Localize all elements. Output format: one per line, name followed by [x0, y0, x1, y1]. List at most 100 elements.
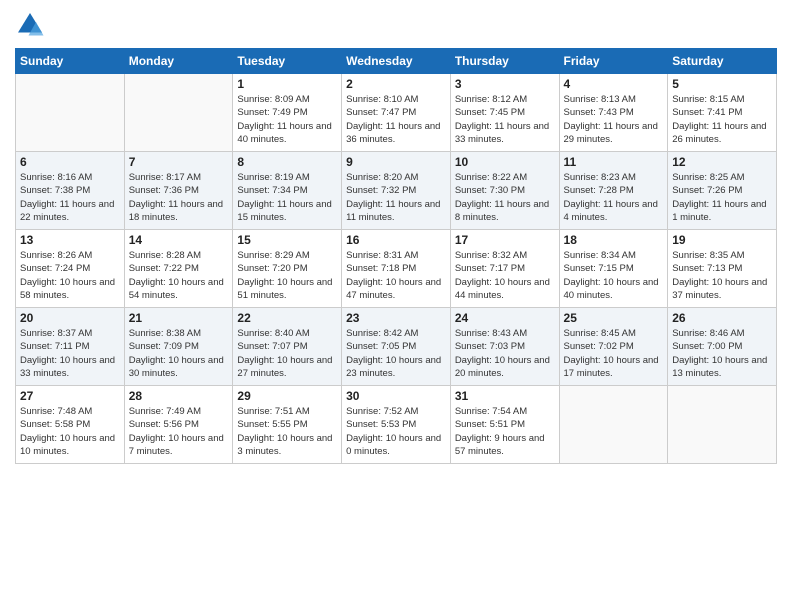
day-number: 8 [237, 155, 337, 169]
calendar-cell: 14 Sunrise: 8:28 AM Sunset: 7:22 PM Dayli… [124, 230, 233, 308]
weekday-header-tuesday: Tuesday [233, 49, 342, 74]
calendar-cell [16, 74, 125, 152]
day-info: Sunrise: 8:10 AM Sunset: 7:47 PM Dayligh… [346, 93, 446, 146]
day-number: 6 [20, 155, 120, 169]
calendar-cell: 24Sunrise: 8:43 AM Sunset: 7:03 PM Dayli… [450, 308, 559, 386]
day-info: Sunrise: 8:17 AM Sunset: 7:36 PM Dayligh… [129, 171, 229, 224]
week-row-2: 6 Sunrise: 8:16 AM Sunset: 7:38 PM Daylig… [16, 152, 777, 230]
day-number: 15 [237, 233, 337, 247]
weekday-header-thursday: Thursday [450, 49, 559, 74]
day-number: 30 [346, 389, 446, 403]
day-number: 23 [346, 311, 446, 325]
day-info: Sunrise: 8:46 AM Sunset: 7:00 PM Dayligh… [672, 327, 772, 380]
day-info: Sunrise: 8:12 AM Sunset: 7:45 PM Dayligh… [455, 93, 555, 146]
day-info: Sunrise: 8:38 AM Sunset: 7:09 PM Dayligh… [129, 327, 229, 380]
calendar-cell [559, 386, 668, 464]
day-number: 27 [20, 389, 120, 403]
page: SundayMondayTuesdayWednesdayThursdayFrid… [0, 0, 792, 612]
day-number: 28 [129, 389, 229, 403]
day-info: Sunrise: 8:42 AM Sunset: 7:05 PM Dayligh… [346, 327, 446, 380]
weekday-header-wednesday: Wednesday [342, 49, 451, 74]
day-info: Sunrise: 7:51 AM Sunset: 5:55 PM Dayligh… [237, 405, 337, 458]
day-number: 20 [20, 311, 120, 325]
day-info: Sunrise: 8:16 AM Sunset: 7:38 PM Dayligh… [20, 171, 120, 224]
day-info: Sunrise: 7:49 AM Sunset: 5:56 PM Dayligh… [129, 405, 229, 458]
week-row-5: 27 Sunrise: 7:48 AM Sunset: 5:58 PM Dayli… [16, 386, 777, 464]
day-info: Sunrise: 8:22 AM Sunset: 7:30 PM Dayligh… [455, 171, 555, 224]
day-number: 10 [455, 155, 555, 169]
day-number: 14 [129, 233, 229, 247]
calendar-cell: 6 Sunrise: 8:16 AM Sunset: 7:38 PM Daylig… [16, 152, 125, 230]
day-number: 29 [237, 389, 337, 403]
day-number: 22 [237, 311, 337, 325]
day-number: 3 [455, 77, 555, 91]
day-info: Sunrise: 8:31 AM Sunset: 7:18 PM Dayligh… [346, 249, 446, 302]
week-row-3: 13 Sunrise: 8:26 AM Sunset: 7:24 PM Dayli… [16, 230, 777, 308]
day-info: Sunrise: 8:19 AM Sunset: 7:34 PM Dayligh… [237, 171, 337, 224]
calendar-cell [124, 74, 233, 152]
calendar-cell: 9 Sunrise: 8:20 AM Sunset: 7:32 PM Daylig… [342, 152, 451, 230]
day-info: Sunrise: 8:15 AM Sunset: 7:41 PM Dayligh… [672, 93, 772, 146]
calendar-cell: 18 Sunrise: 8:34 AM Sunset: 7:15 PM Dayli… [559, 230, 668, 308]
weekday-header-monday: Monday [124, 49, 233, 74]
day-number: 9 [346, 155, 446, 169]
day-info: Sunrise: 8:37 AM Sunset: 7:11 PM Dayligh… [20, 327, 120, 380]
calendar-cell: 8 Sunrise: 8:19 AM Sunset: 7:34 PM Daylig… [233, 152, 342, 230]
calendar-cell: 21Sunrise: 8:38 AM Sunset: 7:09 PM Dayli… [124, 308, 233, 386]
day-info: Sunrise: 7:48 AM Sunset: 5:58 PM Dayligh… [20, 405, 120, 458]
day-number: 18 [564, 233, 664, 247]
header [15, 10, 777, 40]
calendar-cell: 16 Sunrise: 8:31 AM Sunset: 7:18 PM Dayli… [342, 230, 451, 308]
day-info: Sunrise: 8:35 AM Sunset: 7:13 PM Dayligh… [672, 249, 772, 302]
calendar-cell: 28 Sunrise: 7:49 AM Sunset: 5:56 PM Dayli… [124, 386, 233, 464]
day-info: Sunrise: 8:26 AM Sunset: 7:24 PM Dayligh… [20, 249, 120, 302]
calendar-cell: 15 Sunrise: 8:29 AM Sunset: 7:20 PM Dayli… [233, 230, 342, 308]
calendar-cell: 2 Sunrise: 8:10 AM Sunset: 7:47 PM Daylig… [342, 74, 451, 152]
day-info: Sunrise: 8:09 AM Sunset: 7:49 PM Dayligh… [237, 93, 337, 146]
weekday-header-friday: Friday [559, 49, 668, 74]
day-number: 13 [20, 233, 120, 247]
day-info: Sunrise: 8:32 AM Sunset: 7:17 PM Dayligh… [455, 249, 555, 302]
calendar-cell: 4Sunrise: 8:13 AM Sunset: 7:43 PM Daylig… [559, 74, 668, 152]
week-row-1: 1 Sunrise: 8:09 AM Sunset: 7:49 PM Daylig… [16, 74, 777, 152]
day-info: Sunrise: 8:20 AM Sunset: 7:32 PM Dayligh… [346, 171, 446, 224]
day-info: Sunrise: 7:52 AM Sunset: 5:53 PM Dayligh… [346, 405, 446, 458]
calendar-cell: 1 Sunrise: 8:09 AM Sunset: 7:49 PM Daylig… [233, 74, 342, 152]
day-info: Sunrise: 8:28 AM Sunset: 7:22 PM Dayligh… [129, 249, 229, 302]
calendar-cell [668, 386, 777, 464]
day-number: 4 [564, 77, 664, 91]
weekday-header-sunday: Sunday [16, 49, 125, 74]
day-number: 2 [346, 77, 446, 91]
calendar-cell: 19Sunrise: 8:35 AM Sunset: 7:13 PM Dayli… [668, 230, 777, 308]
day-number: 11 [564, 155, 664, 169]
day-info: Sunrise: 8:23 AM Sunset: 7:28 PM Dayligh… [564, 171, 664, 224]
week-row-4: 20 Sunrise: 8:37 AM Sunset: 7:11 PM Dayli… [16, 308, 777, 386]
day-number: 17 [455, 233, 555, 247]
day-number: 26 [672, 311, 772, 325]
day-info: Sunrise: 8:40 AM Sunset: 7:07 PM Dayligh… [237, 327, 337, 380]
calendar-cell: 22 Sunrise: 8:40 AM Sunset: 7:07 PM Dayli… [233, 308, 342, 386]
calendar-cell: 13 Sunrise: 8:26 AM Sunset: 7:24 PM Dayli… [16, 230, 125, 308]
day-number: 7 [129, 155, 229, 169]
calendar-cell: 29 Sunrise: 7:51 AM Sunset: 5:55 PM Dayli… [233, 386, 342, 464]
calendar-cell: 3 Sunrise: 8:12 AM Sunset: 7:45 PM Daylig… [450, 74, 559, 152]
day-number: 16 [346, 233, 446, 247]
day-info: Sunrise: 8:29 AM Sunset: 7:20 PM Dayligh… [237, 249, 337, 302]
calendar-cell: 12 Sunrise: 8:25 AM Sunset: 7:26 PM Dayli… [668, 152, 777, 230]
day-number: 12 [672, 155, 772, 169]
calendar: SundayMondayTuesdayWednesdayThursdayFrid… [15, 48, 777, 464]
day-info: Sunrise: 8:25 AM Sunset: 7:26 PM Dayligh… [672, 171, 772, 224]
day-number: 1 [237, 77, 337, 91]
calendar-cell: 27 Sunrise: 7:48 AM Sunset: 5:58 PM Dayli… [16, 386, 125, 464]
day-number: 5 [672, 77, 772, 91]
calendar-cell: 10 Sunrise: 8:22 AM Sunset: 7:30 PM Dayli… [450, 152, 559, 230]
calendar-cell: 26 Sunrise: 8:46 AM Sunset: 7:00 PM Dayli… [668, 308, 777, 386]
day-info: Sunrise: 8:34 AM Sunset: 7:15 PM Dayligh… [564, 249, 664, 302]
day-number: 25 [564, 311, 664, 325]
day-info: Sunrise: 8:45 AM Sunset: 7:02 PM Dayligh… [564, 327, 664, 380]
calendar-cell: 11 Sunrise: 8:23 AM Sunset: 7:28 PM Dayli… [559, 152, 668, 230]
calendar-cell: 17 Sunrise: 8:32 AM Sunset: 7:17 PM Dayli… [450, 230, 559, 308]
day-number: 24 [455, 311, 555, 325]
calendar-cell: 23 Sunrise: 8:42 AM Sunset: 7:05 PM Dayli… [342, 308, 451, 386]
calendar-cell: 7 Sunrise: 8:17 AM Sunset: 7:36 PM Daylig… [124, 152, 233, 230]
